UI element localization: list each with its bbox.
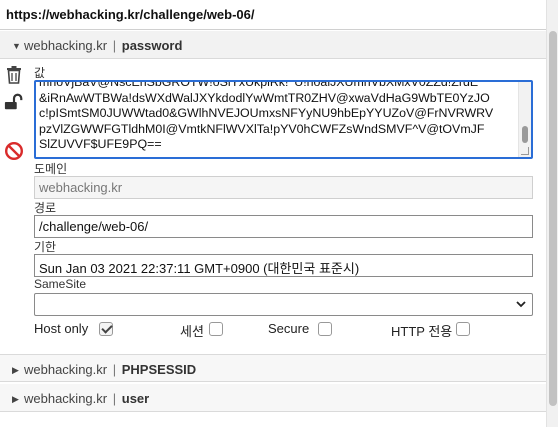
url-bar: https://webhacking.kr/challenge/web-06/ — [0, 0, 546, 30]
cookie-separator: | — [112, 38, 117, 53]
cookie-separator: | — [112, 362, 117, 377]
cookie-name: user — [121, 391, 150, 406]
path-field[interactable]: /challenge/web-06/ — [34, 215, 533, 238]
secure-label: Secure — [268, 321, 310, 336]
value-scrollbar[interactable] — [518, 82, 531, 157]
expires-field[interactable]: Sun Jan 03 2021 22:37:11 GMT+0900 (대한민국 … — [34, 254, 533, 277]
block-icon[interactable] — [4, 141, 24, 161]
resize-grip-icon[interactable] — [521, 147, 529, 155]
unlock-icon[interactable] — [4, 92, 24, 112]
domain-label: 도메인 — [34, 162, 68, 176]
value-textarea[interactable]: mhoVjBaV@NscEhSbGROTW!oSlYxUkplRk!^U!hoa… — [34, 80, 533, 159]
http-only-label: HTTP 전용 — [391, 324, 453, 339]
cookie-header-user[interactable]: ▶ webhacking.kr | user — [0, 384, 546, 412]
expanded-arrow-icon: ▼ — [12, 41, 21, 51]
cookie-domain: webhacking.kr — [24, 391, 108, 406]
expires-label: 기한 — [34, 240, 57, 254]
cookie-header-phpsessid[interactable]: ▶ webhacking.kr | PHPSESSID — [0, 354, 546, 382]
collapsed-arrow-icon: ▶ — [12, 365, 19, 375]
cookie-domain: webhacking.kr — [24, 38, 108, 53]
host-only-checkbox[interactable] — [99, 322, 113, 336]
cookie-header-password[interactable]: ▼ webhacking.kr | password — [0, 31, 546, 59]
cookie-name: PHPSESSID — [121, 362, 197, 377]
samesite-label: SameSite — [34, 277, 87, 291]
session-label: 세션 — [180, 324, 204, 339]
session-checkbox[interactable] — [209, 322, 223, 336]
path-label: 경로 — [34, 201, 57, 215]
cookie-name: password — [121, 38, 183, 53]
value-text: mhoVjBaV@NscEhSbGROTW!oSlYxUkplRk!^U!hoa… — [39, 80, 494, 151]
cookie-domain: webhacking.kr — [24, 362, 108, 377]
samesite-select[interactable] — [34, 293, 533, 316]
collapsed-arrow-icon: ▶ — [12, 394, 19, 404]
host-only-label: Host only — [34, 321, 89, 336]
trash-icon[interactable] — [4, 64, 24, 84]
http-only-checkbox[interactable] — [456, 322, 470, 336]
page-scrollbar[interactable] — [546, 0, 558, 427]
value-label: 값 — [34, 66, 46, 80]
cookie-separator: | — [112, 391, 117, 406]
chevron-down-icon — [516, 301, 526, 308]
domain-field: webhacking.kr — [34, 176, 533, 199]
secure-checkbox[interactable] — [318, 322, 332, 336]
